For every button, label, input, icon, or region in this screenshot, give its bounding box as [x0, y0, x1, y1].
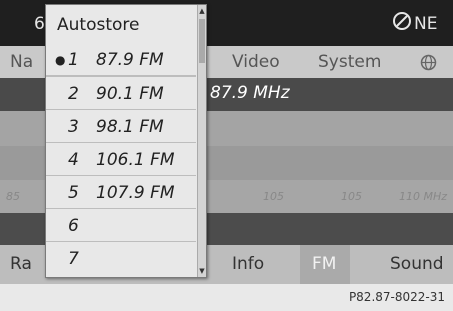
figure-footer: P82.87-8022-31: [0, 284, 453, 311]
preset-number: 1: [68, 50, 79, 70]
scale-tick: 85: [6, 190, 20, 203]
preset-item-4[interactable]: 4 106.1 FM: [46, 142, 196, 175]
preset-frequency: 87.9 FM: [96, 50, 164, 70]
preset-frequency: 106.1 FM: [96, 150, 175, 170]
figure-id: P82.87-8022-31: [348, 290, 445, 304]
preset-item-3[interactable]: 3 98.1 FM: [46, 109, 196, 142]
preset-item-1[interactable]: ● 1 87.9 FM: [46, 43, 196, 76]
preset-number: 3: [68, 117, 79, 137]
scale-tick: 105: [341, 190, 362, 203]
autostore-dropdown[interactable]: Autostore ● 1 87.9 FM 2 90.1 FM 3 98.1 F…: [45, 4, 207, 278]
preset-number: 6: [68, 216, 79, 236]
preset-frequency: 98.1 FM: [96, 117, 164, 137]
scale-tick: 110 MHz: [399, 190, 448, 203]
selected-dot-icon: ●: [55, 53, 66, 67]
scroll-up-icon[interactable]: ▲: [198, 7, 206, 15]
radio-screen: 6 NE Na Video System 87.9 MHz 85 105 105…: [0, 0, 453, 284]
preset-item-7[interactable]: 7: [46, 241, 196, 274]
compass-direction: NE: [414, 14, 438, 34]
dropdown-title: Autostore: [57, 15, 140, 35]
menu-item-radio[interactable]: Ra: [10, 254, 32, 274]
preset-item-6[interactable]: 6: [46, 208, 196, 241]
preset-item-5[interactable]: 5 107.9 FM: [46, 175, 196, 208]
menu-item-info[interactable]: Info: [232, 254, 264, 274]
menu-item-sound[interactable]: Sound: [390, 254, 444, 274]
menu-item-video[interactable]: Video: [232, 52, 280, 72]
status-left-fragment: 6: [34, 14, 45, 34]
menu-item-system[interactable]: System: [318, 52, 381, 72]
menu-item-fm[interactable]: FM: [312, 254, 336, 274]
preset-item-2[interactable]: 2 90.1 FM: [46, 76, 196, 109]
globe-icon[interactable]: [420, 54, 437, 71]
dropdown-scrollbar[interactable]: ▲ ▼: [197, 5, 206, 277]
preset-number: 4: [68, 150, 79, 170]
current-frequency: 87.9 MHz: [210, 83, 290, 103]
preset-number: 7: [68, 249, 79, 269]
preset-frequency: 107.9 FM: [96, 183, 175, 203]
preset-number: 2: [68, 84, 79, 104]
scroll-down-icon[interactable]: ▼: [198, 267, 206, 275]
preset-frequency: 90.1 FM: [96, 84, 164, 104]
scale-tick: 105: [263, 190, 284, 203]
preset-list: ● 1 87.9 FM 2 90.1 FM 3 98.1 FM 4 106.1 …: [46, 43, 196, 274]
menu-item-navi[interactable]: Na: [10, 52, 33, 72]
scroll-thumb[interactable]: [199, 19, 205, 63]
preset-number: 5: [68, 183, 79, 203]
compass-icon: [393, 12, 411, 30]
